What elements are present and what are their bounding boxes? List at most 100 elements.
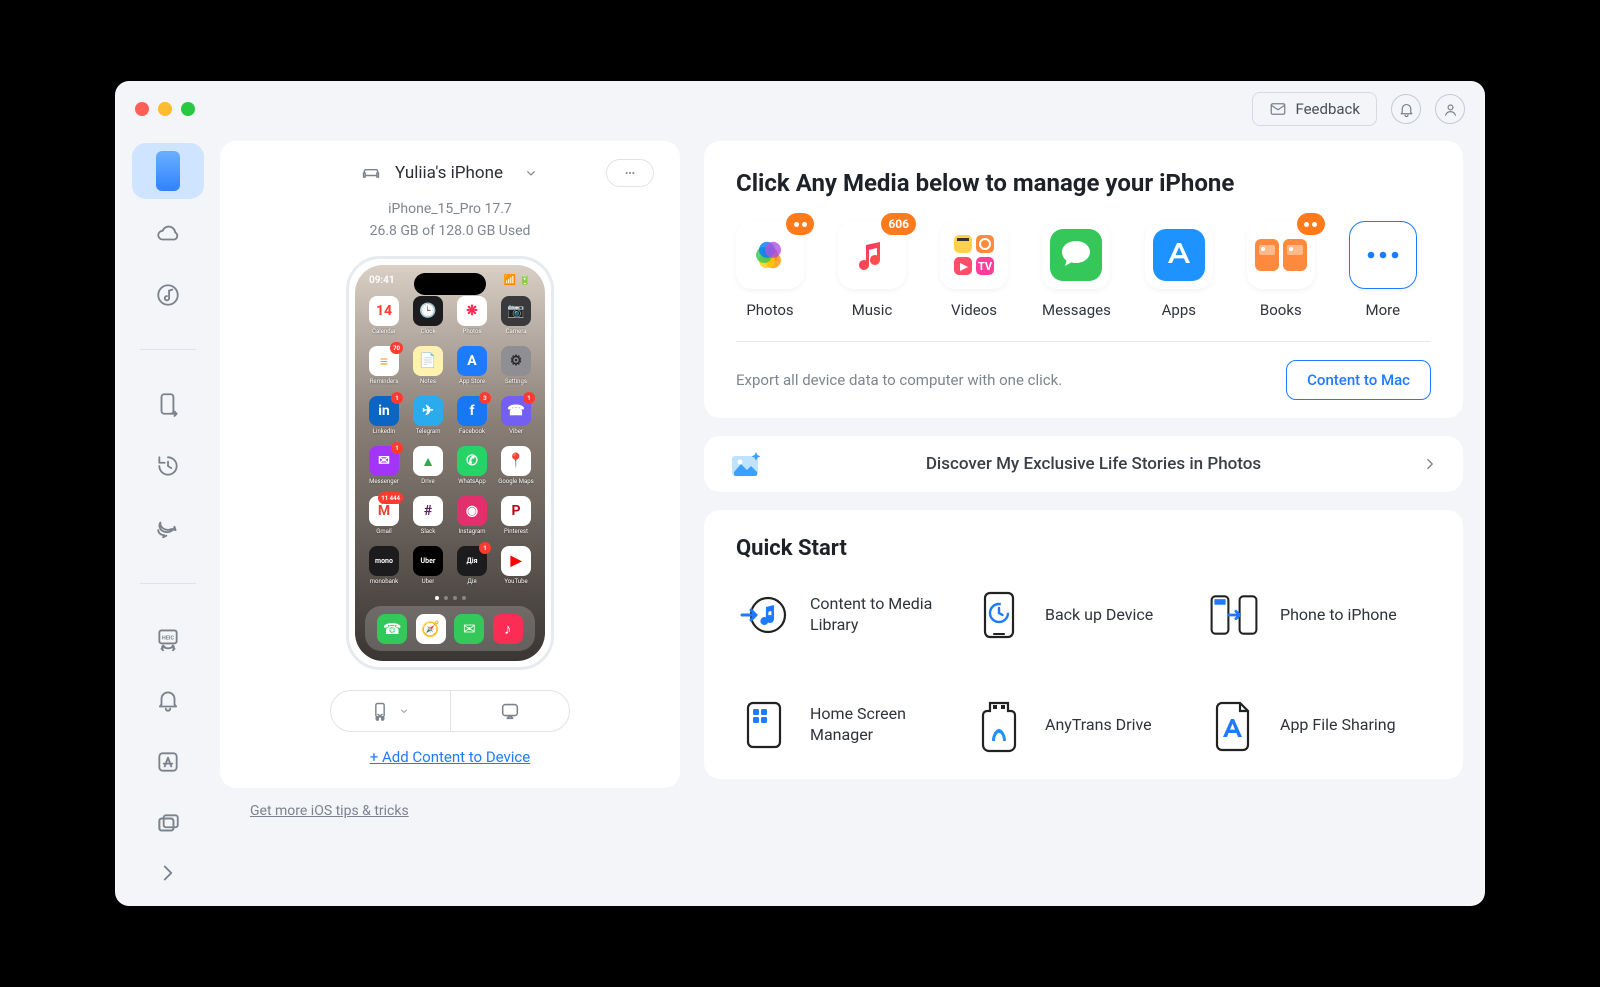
phone-app: 📄Notes <box>409 346 447 390</box>
phone-app: ✆WhatsApp <box>453 446 491 490</box>
quick-back-up-device[interactable]: Back up Device <box>971 587 1196 643</box>
footer: Get more iOS tips & tricks <box>220 798 680 833</box>
device-tool-right-button[interactable] <box>451 691 570 731</box>
appstore-icon <box>155 749 181 775</box>
add-content-link[interactable]: + Add Content to Device <box>370 748 531 766</box>
sidebar-divider <box>140 349 196 350</box>
quick-anytrans-drive[interactable]: AnyTrans Drive <box>971 697 1196 753</box>
chevron-down-icon <box>398 705 410 717</box>
promo-banner[interactable]: Discover My Exclusive Life Stories in Ph… <box>704 436 1463 492</box>
account-button[interactable] <box>1435 94 1465 124</box>
notifications-button[interactable] <box>1391 94 1421 124</box>
phone-app: f3Facebook <box>453 396 491 440</box>
app-file-sharing-icon <box>1206 697 1262 753</box>
sidebar-item-backup-restore[interactable] <box>132 438 204 494</box>
quick-label: AnyTrans Drive <box>1045 715 1152 736</box>
quick-label: Phone to iPhone <box>1280 605 1397 626</box>
titlebar: Feedback <box>115 81 1485 137</box>
tips-link[interactable]: Get more iOS tips & tricks <box>250 803 409 819</box>
device-model: iPhone_15_Pro 17.7 <box>370 199 531 221</box>
media-books[interactable]: Books <box>1247 221 1315 319</box>
sidebar-item-screen-mirror[interactable] <box>132 796 204 852</box>
media-label: Apps <box>1162 301 1196 319</box>
badge: 606 <box>881 213 916 235</box>
media-photos[interactable]: Photos <box>736 221 804 319</box>
sidebar-item-device-manager[interactable] <box>132 143 204 199</box>
phone-app: ☎︎1Viber <box>497 396 535 440</box>
media-heading: Click Any Media below to manage your iPh… <box>736 169 1431 197</box>
minimize-window-button[interactable] <box>158 102 172 116</box>
chevron-right-icon <box>155 860 181 886</box>
disc-note-icon <box>155 282 181 308</box>
device-info: iPhone_15_Pro 17.7 26.8 GB of 128.0 GB U… <box>370 199 531 242</box>
quick-home-screen-manager[interactable]: Home Screen Manager <box>736 697 961 753</box>
mail-icon <box>1269 100 1287 118</box>
phone-app: 📍Google Maps <box>497 446 535 490</box>
badge <box>786 213 814 235</box>
phone-to-iphone-icon <box>1206 587 1262 643</box>
zoom-window-button[interactable] <box>181 102 195 116</box>
device-tool-left-button[interactable] <box>331 691 451 731</box>
phone-status-icons: 📶 🔋 <box>504 275 531 286</box>
phone-app: 🕒Clock <box>409 296 447 340</box>
phone-dock-app: ✉︎ <box>454 614 484 644</box>
promo-photo-icon <box>728 448 766 480</box>
sidebar-item-itunes-library[interactable] <box>132 267 204 323</box>
chevron-right-icon <box>1421 455 1439 473</box>
sidebar-item-transfer[interactable] <box>132 376 204 432</box>
sidebar <box>115 137 220 906</box>
media-row: Photos 606Music TVVideos Messages Apps Books M… <box>736 221 1431 319</box>
sidebar-item-heic-convert[interactable] <box>132 610 204 666</box>
videos-icon: TV <box>940 221 1008 289</box>
quick-app-file-sharing[interactable]: App File Sharing <box>1206 697 1431 753</box>
quick-label: Home Screen Manager <box>810 704 960 746</box>
phone-app: Дія1Дія <box>453 546 491 590</box>
phone-app: #Slack <box>409 496 447 540</box>
phone-dock-app: 🧭 <box>416 614 446 644</box>
feedback-button[interactable]: Feedback <box>1252 92 1377 126</box>
sidebar-item-social[interactable] <box>132 500 204 556</box>
media-label: Messages <box>1042 301 1111 319</box>
media-messages[interactable]: Messages <box>1042 221 1111 319</box>
close-window-button[interactable] <box>135 102 149 116</box>
more-icon <box>1349 221 1417 289</box>
phone-app: ▲Drive <box>409 446 447 490</box>
quick-content-to-media[interactable]: Content to Media Library <box>736 587 961 643</box>
cloud-icon <box>155 220 181 246</box>
sidebar-divider <box>140 583 196 584</box>
phone-dock-app: ☎︎ <box>377 614 407 644</box>
bell-icon <box>155 687 181 713</box>
content-to-mac-button[interactable]: Content to Mac <box>1286 360 1431 400</box>
media-apps[interactable]: Apps <box>1145 221 1213 319</box>
couch-icon <box>361 163 381 183</box>
anytrans-drive-icon <box>971 697 1027 753</box>
chevron-down-icon[interactable] <box>523 165 539 181</box>
airplay-icon <box>499 700 521 722</box>
media-videos[interactable]: TVVideos <box>940 221 1008 319</box>
dots-icon <box>618 165 642 181</box>
sidebar-item-app-download[interactable] <box>132 734 204 790</box>
sidebar-expand-button[interactable] <box>132 858 204 888</box>
quick-start-grid: Content to Media LibraryBack up Device Ph… <box>736 587 1431 753</box>
phone-time: 09:41 <box>369 275 395 286</box>
sidebar-item-icloud[interactable] <box>132 205 204 261</box>
sidebar-item-ringtone[interactable] <box>132 672 204 728</box>
device-more-button[interactable] <box>606 159 654 187</box>
books-icon <box>1247 221 1315 289</box>
media-music[interactable]: 606Music <box>838 221 906 319</box>
promo-text: Discover My Exclusive Life Stories in Ph… <box>784 454 1403 474</box>
device-name: Yuliia's iPhone <box>395 163 503 183</box>
feedback-label: Feedback <box>1295 100 1360 118</box>
phone-dock-app: ♪ <box>493 614 523 644</box>
heic-icon <box>155 625 181 651</box>
phone-app: ❋Photos <box>453 296 491 340</box>
media-more[interactable]: More <box>1349 221 1417 319</box>
history-icon <box>155 453 181 479</box>
device-storage: 26.8 GB of 128.0 GB Used <box>370 221 531 243</box>
media-label: Books <box>1260 301 1302 319</box>
app-window: Feedback <box>115 81 1485 906</box>
phone-icon <box>156 151 180 191</box>
phone-app: in1LinkedIn <box>365 396 403 440</box>
phone-app: ▶︎YouTube <box>497 546 535 590</box>
quick-phone-to-iphone[interactable]: Phone to iPhone <box>1206 587 1431 643</box>
